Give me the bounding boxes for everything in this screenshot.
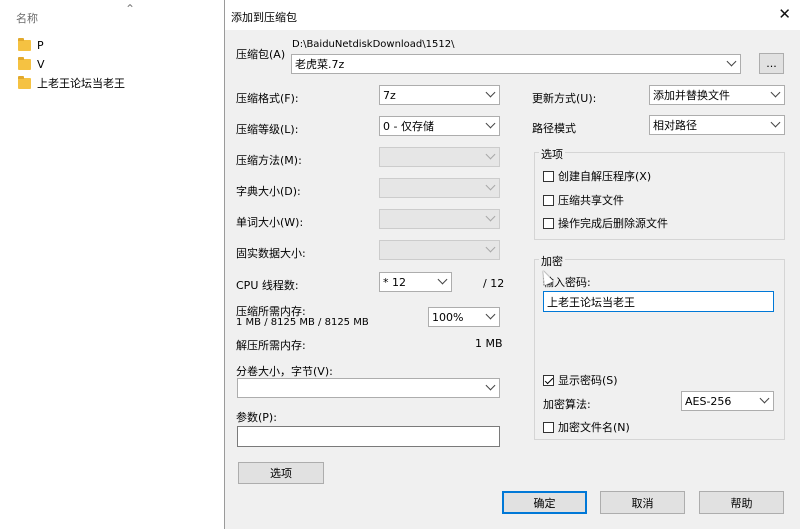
file-name: V xyxy=(37,57,45,71)
add-to-archive-dialog: 添加到压缩包 ✕ 压缩包(A) D:\BaiduNetdiskDownload\… xyxy=(224,0,800,529)
mem-decomp-label: 解压所需内存: xyxy=(236,339,306,352)
dict-label: 字典大小(D): xyxy=(236,185,301,198)
cpu-value: * 12 xyxy=(383,275,406,289)
file-item[interactable]: P xyxy=(18,37,44,53)
chevron-down-icon xyxy=(759,393,770,404)
algo-combo[interactable]: AES-256 xyxy=(681,391,774,411)
folder-icon xyxy=(18,75,31,89)
update-label: 更新方式(U): xyxy=(532,92,597,105)
mem-comp-value: 1 MB / 8125 MB / 8125 MB xyxy=(236,317,369,328)
create-sfx-checkbox[interactable]: 创建自解压程序(X) xyxy=(543,168,651,184)
dialog-titlebar[interactable]: 添加到压缩包 ✕ xyxy=(225,0,800,30)
chevron-down-icon xyxy=(485,180,496,191)
solid-label: 固实数据大小: xyxy=(236,247,306,260)
password-value: 上老王论坛当老王 xyxy=(547,295,635,309)
format-value: 7z xyxy=(383,88,396,102)
chevron-down-icon xyxy=(485,380,496,391)
chevron-down-icon xyxy=(726,56,737,67)
file-item[interactable]: V xyxy=(18,56,45,72)
volume-combo[interactable] xyxy=(237,378,500,398)
folder-icon xyxy=(18,37,31,51)
show-password-checkbox[interactable]: 显示密码(S) xyxy=(543,372,618,388)
compress-shared-checkbox[interactable]: 压缩共享文件 xyxy=(543,192,624,208)
archive-path: D:\BaiduNetdiskDownload\1512\ xyxy=(292,39,455,50)
options-group-title: 选项 xyxy=(539,146,565,162)
params-input[interactable] xyxy=(237,426,500,447)
chevron-down-icon xyxy=(485,211,496,222)
checkbox-box xyxy=(543,170,554,182)
column-header-name[interactable]: 名称 xyxy=(16,10,38,26)
mem-percent-value: 100% xyxy=(432,310,464,324)
archive-label: 压缩包(A) xyxy=(236,48,286,61)
format-label: 压缩格式(F): xyxy=(236,92,299,105)
chevron-down-icon xyxy=(770,87,781,98)
level-label: 压缩等级(L): xyxy=(236,123,299,136)
close-icon[interactable]: ✕ xyxy=(778,5,791,23)
cpu-total: / 12 xyxy=(483,277,505,290)
params-label: 参数(P): xyxy=(236,411,277,424)
chevron-down-icon xyxy=(485,149,496,160)
help-button[interactable]: 帮助 xyxy=(699,491,784,514)
algo-value: AES-256 xyxy=(685,394,732,408)
chevron-down-icon xyxy=(770,117,781,128)
file-explorer-pane: ⌃ 名称 P V 上老王论坛当老王 xyxy=(0,0,224,529)
checkbox-box xyxy=(543,217,554,229)
dict-combo xyxy=(379,178,500,198)
update-combo[interactable]: 添加并替换文件 xyxy=(649,85,785,105)
checkbox-label: 创建自解压程序(X) xyxy=(558,170,652,183)
level-combo[interactable]: 0 - 仅存储 xyxy=(379,116,500,136)
path-mode-value: 相对路径 xyxy=(653,119,697,132)
checkbox-label: 加密文件名(N) xyxy=(558,421,630,434)
chevron-down-icon xyxy=(485,309,496,320)
archive-name-combo[interactable]: 老虎菜.7z xyxy=(291,54,741,74)
checkbox-box xyxy=(543,374,554,386)
cpu-combo[interactable]: * 12 xyxy=(379,272,452,292)
dialog-title: 添加到压缩包 xyxy=(231,11,297,24)
checkbox-label: 显示密码(S) xyxy=(558,374,618,387)
cancel-button[interactable]: 取消 xyxy=(600,491,685,514)
checkbox-box xyxy=(543,421,554,433)
format-combo[interactable]: 7z xyxy=(379,85,500,105)
checkbox-label: 压缩共享文件 xyxy=(558,194,624,207)
algo-label: 加密算法: xyxy=(543,398,591,411)
chevron-down-icon xyxy=(485,118,496,129)
password-input[interactable]: 上老王论坛当老王 xyxy=(543,291,774,312)
checkbox-box xyxy=(543,194,554,206)
mem-decomp-value: 1 MB xyxy=(475,337,503,350)
method-label: 压缩方法(M): xyxy=(236,154,302,167)
file-name: P xyxy=(37,38,44,52)
path-mode-label: 路径模式 xyxy=(532,122,576,135)
method-combo xyxy=(379,147,500,167)
checkbox-label: 操作完成后删除源文件 xyxy=(558,217,668,230)
update-value: 添加并替换文件 xyxy=(653,89,730,102)
encrypt-names-checkbox[interactable]: 加密文件名(N) xyxy=(543,419,630,435)
mem-percent-combo[interactable]: 100% xyxy=(428,307,500,327)
folder-icon xyxy=(18,56,31,70)
level-value: 0 - 仅存储 xyxy=(383,120,434,133)
sort-ascending-icon[interactable]: ⌃ xyxy=(125,2,135,16)
file-name: 上老王论坛当老王 xyxy=(37,77,125,90)
word-label: 单词大小(W): xyxy=(236,216,304,229)
chevron-down-icon xyxy=(485,87,496,98)
delete-after-checkbox[interactable]: 操作完成后删除源文件 xyxy=(543,215,668,231)
word-combo xyxy=(379,209,500,229)
ok-button[interactable]: 确定 xyxy=(502,491,587,514)
path-mode-combo[interactable]: 相对路径 xyxy=(649,115,785,135)
file-item[interactable]: 上老王论坛当老王 xyxy=(18,75,125,91)
cpu-label: CPU 线程数: xyxy=(236,279,299,292)
encryption-group-title: 加密 xyxy=(539,253,565,269)
chevron-down-icon xyxy=(485,242,496,253)
volume-label: 分卷大小，字节(V): xyxy=(236,365,333,378)
browse-button[interactable]: ... xyxy=(759,53,784,74)
solid-combo xyxy=(379,240,500,260)
archive-name-value: 老虎菜.7z xyxy=(295,58,345,71)
options-button[interactable]: 选项 xyxy=(238,462,324,484)
chevron-down-icon xyxy=(437,274,448,285)
